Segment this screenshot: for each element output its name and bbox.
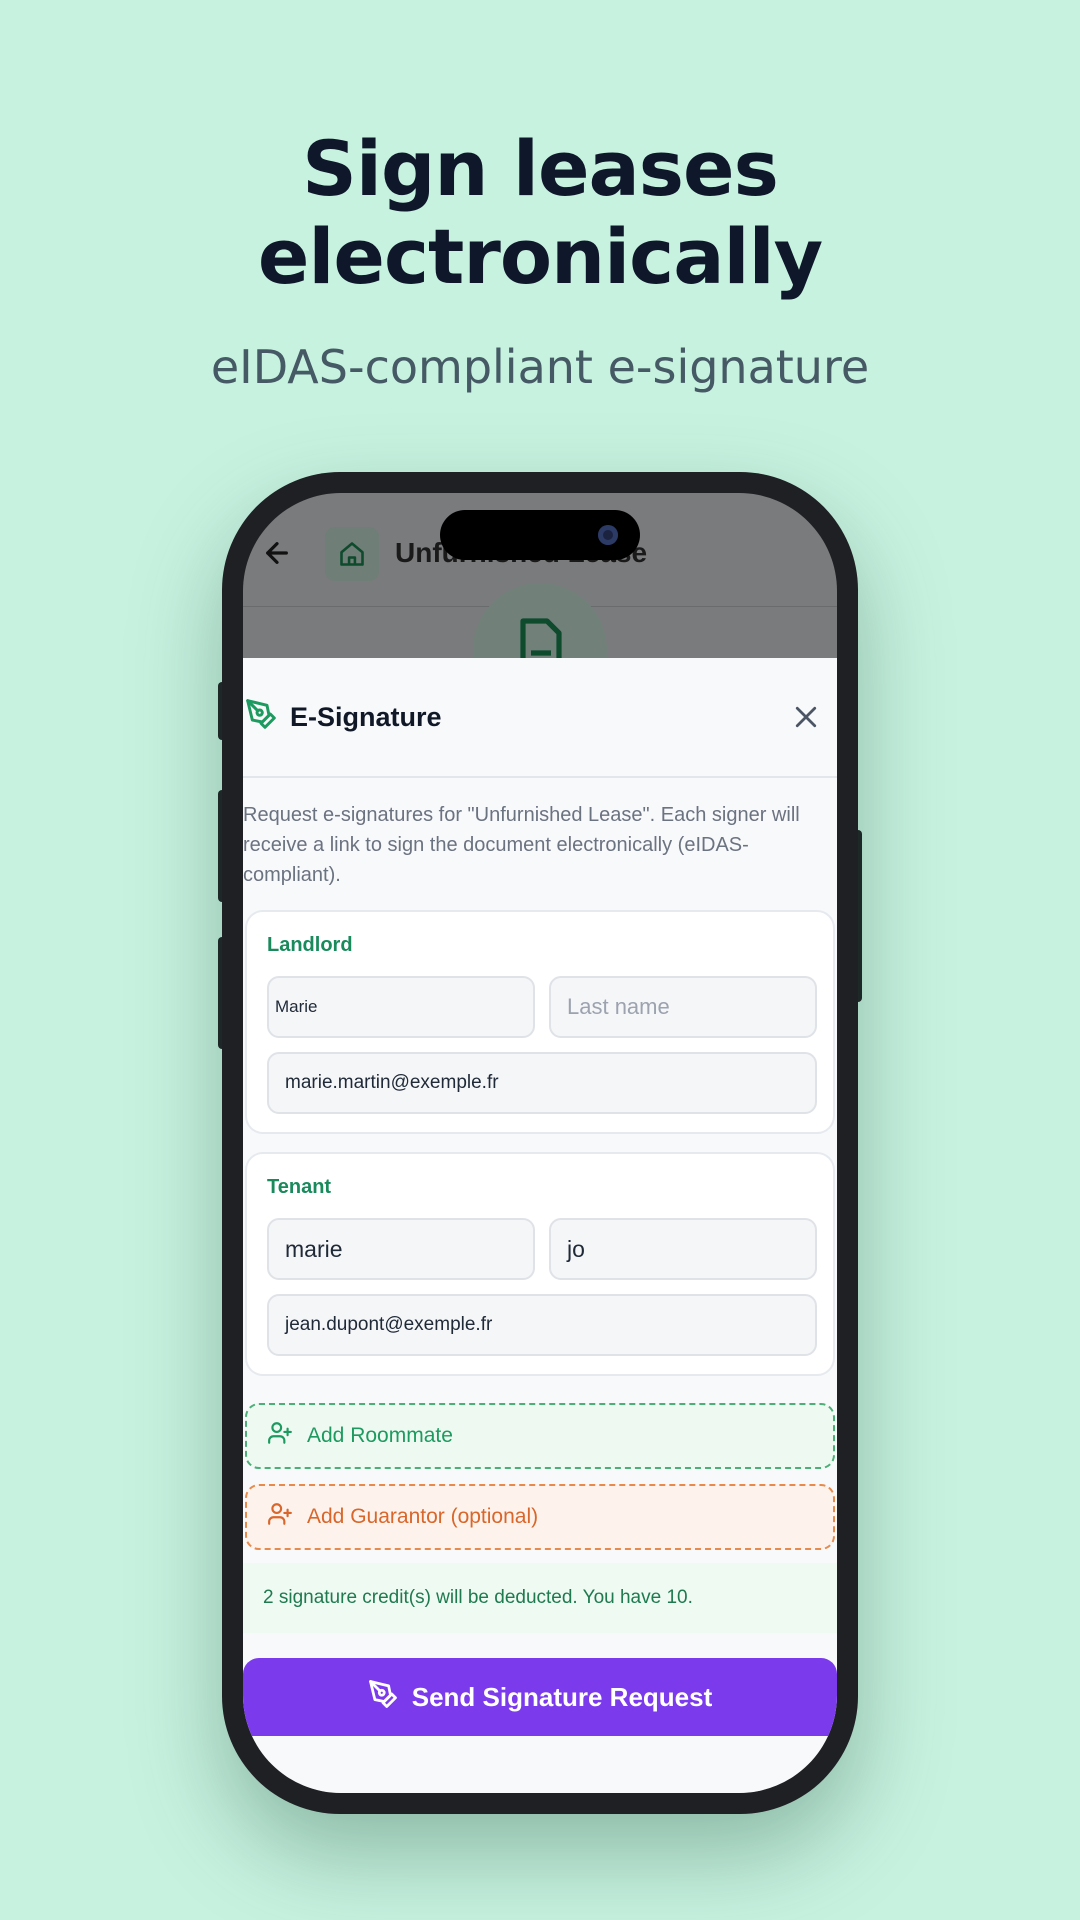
user-plus-icon [247,1501,307,1533]
close-icon[interactable] [791,702,821,737]
landlord-last-name-field[interactable]: Last name [549,976,817,1038]
landlord-email-field[interactable]: marie.martin@exemple.fr [267,1052,817,1114]
headline-line-2: electronically [257,212,823,301]
headline: Sign leases electronically [0,125,1080,301]
arrow-left-icon[interactable] [261,537,293,574]
home-badge [325,527,379,581]
add-guarantor-button[interactable]: Add Guarantor (optional) [245,1484,835,1550]
camera-icon [598,525,618,545]
subheadline: eIDAS-compliant e-signature [210,340,870,394]
credits-notice: 2 signature credit(s) will be deducted. … [243,1563,837,1633]
landlord-label: Landlord [267,934,353,956]
add-roommate-label: Add Roommate [307,1424,453,1447]
tenant-last-name-field[interactable]: jo [549,1218,817,1280]
dynamic-island [440,510,640,560]
sheet-title: E-Signature [290,702,442,732]
send-button-label: Send Signature Request [411,1681,713,1712]
add-guarantor-label: Add Guarantor (optional) [307,1505,539,1528]
e-signature-sheet: E-Signature Request e-signatures for "Un… [243,658,837,1793]
add-roommate-button[interactable]: Add Roommate [245,1403,835,1469]
pen-tool-icon [368,1679,412,1716]
user-plus-icon [247,1420,307,1452]
sheet-header: E-Signature [243,658,837,778]
send-signature-request-button[interactable]: Send Signature Request [243,1658,837,1736]
sheet-description: Request e-signatures for "Unfurnished Le… [243,804,800,886]
tenant-email-field[interactable]: jean.dupont@exemple.fr [267,1294,817,1356]
tenant-label: Tenant [267,1176,332,1198]
landlord-card: Landlord Marie Last name marie.martin@ex… [245,910,835,1134]
tenant-card: Tenant marie jo jean.dupont@exemple.fr [245,1152,835,1376]
landlord-first-name-field[interactable]: Marie [267,976,535,1038]
phone-screen: Unfurnished Lease E-Signature Request e-… [243,493,837,1793]
pen-tool-icon [245,698,277,735]
tenant-first-name-field[interactable]: marie [267,1218,535,1280]
headline-line-1: Sign leases [302,124,779,213]
